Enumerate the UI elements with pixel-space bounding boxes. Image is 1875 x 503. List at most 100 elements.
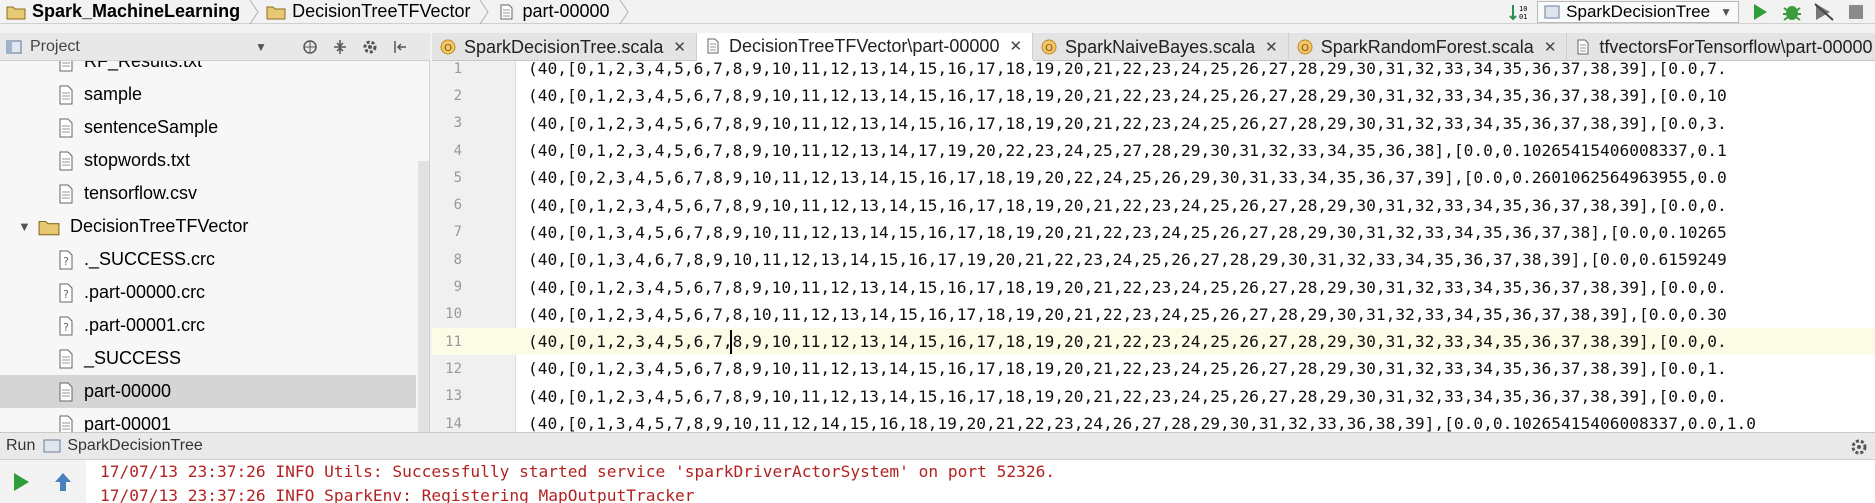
line-text: (40,[0,1,3,4,6,7,8,9,10,11,12,13,14,15,1… xyxy=(528,250,1727,270)
svg-text:01: 01 xyxy=(1519,13,1527,21)
rerun-icon[interactable] xyxy=(8,470,34,494)
tab-label: tfvectorsForTensorflow\part-00000 xyxy=(1599,36,1873,57)
console-output[interactable]: 17/07/13 23:37:26 INFO Utils: Successful… xyxy=(86,460,1875,503)
close-icon[interactable]: ✕ xyxy=(673,38,686,56)
folder-icon xyxy=(38,220,60,235)
svg-text:?: ? xyxy=(63,288,69,301)
editor-line[interactable]: 12 (40,[0,1,2,3,4,5,6,7,8,9,10,11,12,13,1… xyxy=(432,355,1875,382)
globe-icon[interactable] xyxy=(300,37,320,57)
tree-item-label: RF_Results.txt xyxy=(84,61,203,71)
chevron-down-icon[interactable]: ▼ xyxy=(255,40,267,54)
collapse-icon[interactable] xyxy=(330,37,350,57)
line-number: 4 xyxy=(453,142,462,159)
tree-item-label: part-00001 xyxy=(84,414,172,432)
expand-arrow-icon[interactable]: ▼ xyxy=(18,219,32,234)
line-number: 2 xyxy=(453,87,462,104)
tree-item-label: tensorflow.csv xyxy=(84,183,198,203)
tab-spark-naive-bayes[interactable]: O SparkNaiveBayes.scala ✕ xyxy=(1033,33,1289,61)
tab-spark-decision-tree[interactable]: O SparkDecisionTree.scala ✕ xyxy=(432,33,697,61)
breadcrumb-label: Spark_MachineLearning xyxy=(32,1,241,21)
run-toolbar: 10 01 SparkDecisionTree ▼ xyxy=(1505,0,1875,24)
run-tab-label: SparkDecisionTree xyxy=(67,437,203,454)
line-text: (40,[0,1,2,3,4,5,6,7,8,9,10,11,12,13,14,… xyxy=(528,386,1727,406)
text-file-icon xyxy=(59,382,73,401)
tab-tfvectors-part[interactable]: tfvectorsForTensorflow\part-00000 ✕ xyxy=(1567,33,1875,61)
tree-scrollbar[interactable] xyxy=(418,161,429,432)
close-icon[interactable]: ✕ xyxy=(1265,38,1278,56)
sort-icon[interactable]: 10 01 xyxy=(1505,1,1531,23)
tab-spark-random-forest[interactable]: O SparkRandomForest.scala ✕ xyxy=(1289,33,1568,61)
tree-file[interactable]: _SUCCESS xyxy=(0,342,416,375)
tree-folder[interactable]: ▼ DecisionTreeTFVector xyxy=(0,210,416,243)
tree-file[interactable]: sample xyxy=(0,78,416,111)
tree-file[interactable]: ? .part-00000.crc xyxy=(0,276,416,309)
tree-file[interactable]: part-00001 xyxy=(0,408,416,432)
svg-text:10: 10 xyxy=(1519,5,1527,13)
tree-item-label: sentenceSample xyxy=(84,117,219,137)
line-text: (40,[0,1,2,3,4,5,6,7,8,9,10,11,12,13,14,… xyxy=(528,195,1727,215)
text-file-icon xyxy=(59,184,73,203)
line-text: (40,[0,1,3,4,5,6,7,8,9,10,11,12,13,14,15… xyxy=(528,222,1727,242)
editor-line[interactable]: 1 (40,[0,1,2,3,4,5,6,7,8,9,10,11,12,13,14… xyxy=(432,61,1875,82)
line-number: 11 xyxy=(445,333,462,350)
scroll-up-icon[interactable] xyxy=(50,470,76,494)
unknown-file-icon: ? xyxy=(59,283,73,302)
stop-icon[interactable] xyxy=(1843,1,1869,23)
line-text: (40,[0,1,2,3,4,5,6,7,8,9,10,11,12,13,14,… xyxy=(528,86,1727,106)
editor-line[interactable]: 9 (40,[0,1,2,3,4,5,6,7,8,9,10,11,12,13,14… xyxy=(432,273,1875,300)
editor-tab-bar: O SparkDecisionTree.scala ✕ DecisionTree… xyxy=(432,33,1875,61)
tree-file[interactable]: ? .part-00001.crc xyxy=(0,309,416,342)
gear-icon[interactable] xyxy=(360,37,380,57)
console-line: 17/07/13 23:37:26 INFO Utils: Successful… xyxy=(100,462,1056,481)
run-icon[interactable] xyxy=(1747,1,1773,23)
coverage-icon[interactable] xyxy=(1811,1,1837,23)
tree-file[interactable]: part-00000 xyxy=(0,375,416,408)
unknown-file-icon: ? xyxy=(59,316,73,335)
editor-line[interactable]: 7 (40,[0,1,3,4,5,6,7,8,9,10,11,12,13,14,1… xyxy=(432,219,1875,246)
breadcrumb-label: part-00000 xyxy=(522,1,610,21)
line-text: (40,[0,1,2,3,4,5,6,7,8,9,10,11,12,13,14,… xyxy=(528,277,1727,297)
editor-line[interactable]: 6 (40,[0,1,2,3,4,5,6,7,8,9,10,11,12,13,14… xyxy=(432,192,1875,219)
svg-text:?: ? xyxy=(63,321,69,334)
editor-line[interactable]: 10 (40,[0,1,2,3,4,5,6,7,8,10,11,12,13,14,… xyxy=(432,301,1875,328)
tree-file[interactable]: sentenceSample xyxy=(0,111,416,144)
debug-icon[interactable] xyxy=(1779,1,1805,23)
editor-line[interactable]: 14 (40,[0,1,3,4,5,7,8,9,10,11,12,14,15,16… xyxy=(432,410,1875,432)
line-text: (40,[0,2,3,4,5,6,7,8,9,10,11,12,13,14,15… xyxy=(528,168,1727,188)
breadcrumb-project[interactable]: Spark_MachineLearning xyxy=(0,0,260,24)
run-configuration-select[interactable]: SparkDecisionTree ▼ xyxy=(1537,1,1739,23)
run-tab[interactable]: SparkDecisionTree xyxy=(43,437,203,455)
close-icon[interactable]: ✕ xyxy=(1544,38,1557,56)
line-text: (40,[0,1,2,3,4,5,6,7,8,9,10,11,12,13,14,… xyxy=(528,61,1727,79)
line-number: 10 xyxy=(445,306,462,323)
editor-pane[interactable]: 1 (40,[0,1,2,3,4,5,6,7,8,9,10,11,12,13,14… xyxy=(432,61,1875,432)
line-text: (40,[0,1,2,3,4,5,6,7,8,9,10,11,12,13,14,… xyxy=(528,113,1727,133)
editor-line[interactable]: 4 (40,[0,1,2,3,4,5,6,7,8,9,10,11,12,13,14… xyxy=(432,137,1875,164)
tree-file[interactable]: stopwords.txt xyxy=(0,144,416,177)
close-icon[interactable]: ✕ xyxy=(1009,37,1022,55)
pin-icon[interactable] xyxy=(390,37,410,57)
tab-decision-tree-tfvector-part[interactable]: DecisionTreeTFVector\part-00000 ✕ xyxy=(697,33,1034,61)
gear-icon[interactable] xyxy=(1849,437,1869,457)
tree-file[interactable]: RF_Results.txt xyxy=(0,61,416,78)
line-number: 5 xyxy=(453,169,462,186)
breadcrumb-file[interactable]: part-00000 xyxy=(490,0,629,24)
editor-line[interactable]: 3 (40,[0,1,2,3,4,5,6,7,8,9,10,11,12,13,14… xyxy=(432,110,1875,137)
svg-text:?: ? xyxy=(63,255,69,268)
file-icon xyxy=(500,4,513,19)
editor-line[interactable]: 2 (40,[0,1,2,3,4,5,6,7,8,9,10,11,12,13,14… xyxy=(432,82,1875,109)
run-panel-header: Run SparkDecisionTree xyxy=(0,432,1875,460)
line-text: (40,[0,1,2,3,4,5,6,7,8,9,10,11,12,13,14,… xyxy=(528,141,1727,161)
tree-file[interactable]: tensorflow.csv xyxy=(0,177,416,210)
editor-line[interactable]: 8 (40,[0,1,3,4,6,7,8,9,10,11,12,13,14,15,… xyxy=(432,246,1875,273)
editor-line[interactable]: 13 (40,[0,1,2,3,4,5,6,7,8,9,10,11,12,13,1… xyxy=(432,383,1875,410)
tree-file[interactable]: ? ._SUCCESS.crc xyxy=(0,243,416,276)
project-panel-title[interactable]: Project xyxy=(30,38,80,56)
breadcrumb-folder[interactable]: DecisionTreeTFVector xyxy=(260,0,490,24)
console-line: 17/07/13 23:37:26 INFO SparkEnv: Registe… xyxy=(100,486,695,503)
editor-line[interactable]: 5 (40,[0,2,3,4,5,6,7,8,9,10,11,12,13,14,1… xyxy=(432,164,1875,191)
editor-line[interactable]: 11 (40,[0,1,2,3,4,5,6,7,8,9,10,11,12,13,1… xyxy=(432,328,1875,356)
tree-item-label: _SUCCESS xyxy=(84,348,182,368)
line-text: (40,[0,1,2,3,4,5,6,7,8,9,10,11,12,13,14,… xyxy=(528,332,1727,352)
line-text: (40,[0,1,2,3,4,5,6,7,8,9,10,11,12,13,14,… xyxy=(528,359,1727,379)
